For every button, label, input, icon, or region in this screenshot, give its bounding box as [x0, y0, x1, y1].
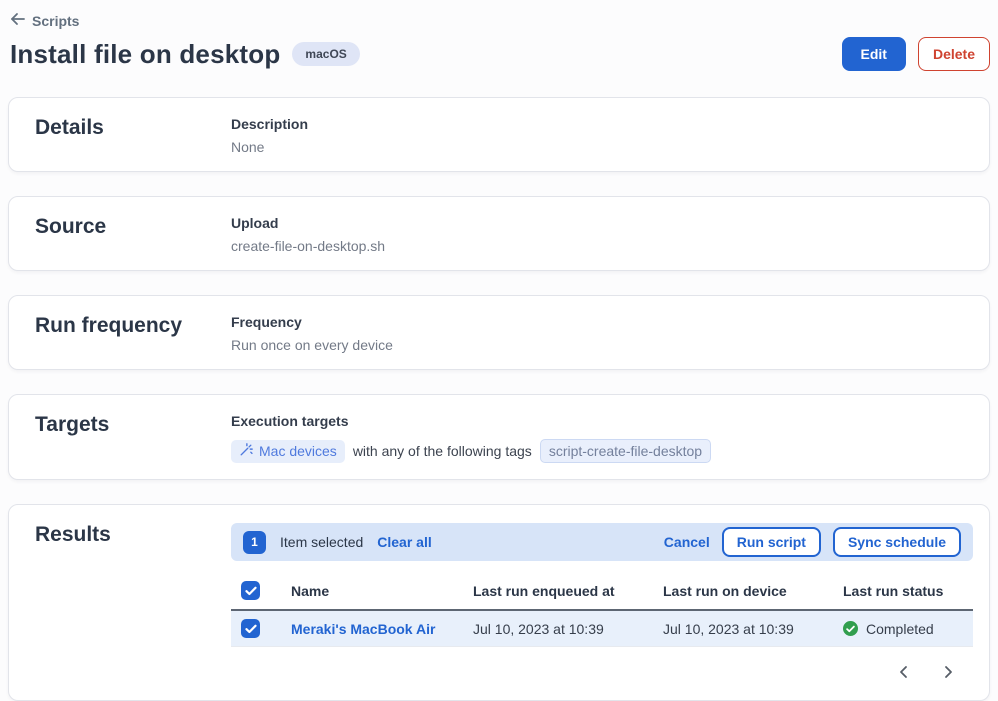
- column-header-on-device[interactable]: Last run on device: [663, 583, 843, 599]
- column-header-enqueued[interactable]: Last run enqueued at: [473, 583, 663, 599]
- results-content: 1 Item selected Clear all Cancel Run scr…: [231, 523, 973, 684]
- targets-heading: Targets: [27, 413, 231, 463]
- status-cell: Completed: [843, 621, 973, 637]
- page-title: Install file on desktop: [10, 39, 280, 70]
- status-success-icon: [843, 621, 858, 636]
- edit-button[interactable]: Edit: [842, 37, 906, 71]
- device-group-chip[interactable]: Mac devices: [231, 440, 345, 463]
- page-header: Scripts Install file on desktop macOS Ed…: [0, 12, 998, 71]
- targets-card: Targets Execution targets Mac devices wi…: [8, 394, 990, 480]
- next-page-button[interactable]: [939, 663, 957, 684]
- select-all-checkbox[interactable]: [241, 581, 260, 600]
- targets-connector-text: with any of the following tags: [353, 443, 532, 459]
- column-header-name[interactable]: Name: [291, 583, 473, 599]
- source-content: Upload create-file-on-desktop.sh: [231, 215, 973, 254]
- header-checkbox-cell: [231, 581, 291, 600]
- targets-content: Execution targets Mac devices with any o…: [231, 413, 973, 463]
- run-frequency-content: Frequency Run once on every device: [231, 314, 973, 353]
- magic-wand-icon: [239, 443, 253, 460]
- description-value: None: [231, 139, 973, 155]
- arrow-left-icon: [10, 12, 26, 29]
- device-group-chip-label: Mac devices: [259, 443, 337, 459]
- pagination: [231, 663, 973, 684]
- results-table: Name Last run enqueued at Last run on de…: [231, 574, 973, 647]
- chevron-right-icon: [941, 665, 955, 682]
- status-label: Completed: [866, 621, 934, 637]
- table-header-row: Name Last run enqueued at Last run on de…: [231, 574, 973, 611]
- tag-chip[interactable]: script-create-file-desktop: [540, 439, 711, 463]
- source-heading: Source: [27, 215, 231, 254]
- back-link-label: Scripts: [32, 13, 79, 29]
- source-card: Source Upload create-file-on-desktop.sh: [8, 196, 990, 271]
- chevron-left-icon: [897, 665, 911, 682]
- device-name-link[interactable]: Meraki's MacBook Air: [291, 621, 435, 637]
- results-heading: Results: [27, 523, 231, 684]
- title-row: Install file on desktop macOS Edit Delet…: [10, 37, 990, 71]
- selected-count-badge: 1: [243, 531, 266, 554]
- header-actions: Edit Delete: [842, 37, 990, 71]
- last-run-on-device-value: Jul 10, 2023 at 10:39: [663, 621, 843, 637]
- row-checkbox[interactable]: [241, 619, 260, 638]
- selection-banner: 1 Item selected Clear all Cancel Run scr…: [231, 523, 973, 561]
- column-header-status[interactable]: Last run status: [843, 583, 973, 599]
- row-checkbox-cell: [231, 619, 291, 638]
- execution-targets-label: Execution targets: [231, 413, 973, 429]
- upload-filename: create-file-on-desktop.sh: [231, 238, 973, 254]
- selection-actions: Cancel Run script Sync schedule: [664, 527, 961, 557]
- upload-label: Upload: [231, 215, 973, 231]
- delete-button[interactable]: Delete: [918, 37, 990, 71]
- table-row[interactable]: Meraki's MacBook Air Jul 10, 2023 at 10:…: [231, 611, 973, 647]
- frequency-value: Run once on every device: [231, 337, 973, 353]
- platform-badge: macOS: [292, 42, 359, 66]
- back-to-scripts-link[interactable]: Scripts: [10, 12, 79, 29]
- script-detail-page: Scripts Install file on desktop macOS Ed…: [0, 0, 998, 701]
- details-content: Description None: [231, 116, 973, 155]
- run-frequency-card: Run frequency Frequency Run once on ever…: [8, 295, 990, 370]
- previous-page-button[interactable]: [895, 663, 913, 684]
- frequency-label: Frequency: [231, 314, 973, 330]
- run-frequency-heading: Run frequency: [27, 314, 231, 353]
- details-card: Details Description None: [8, 97, 990, 172]
- clear-all-link[interactable]: Clear all: [377, 534, 431, 550]
- description-label: Description: [231, 116, 973, 132]
- last-run-enqueued-value: Jul 10, 2023 at 10:39: [473, 621, 663, 637]
- sync-schedule-button[interactable]: Sync schedule: [833, 527, 961, 557]
- cancel-link[interactable]: Cancel: [664, 534, 710, 550]
- selected-count-text: Item selected: [280, 534, 363, 550]
- run-script-button[interactable]: Run script: [722, 527, 821, 557]
- results-card: Results 1 Item selected Clear all Cancel…: [8, 504, 990, 701]
- targets-line: Mac devices with any of the following ta…: [231, 439, 973, 463]
- details-heading: Details: [27, 116, 231, 155]
